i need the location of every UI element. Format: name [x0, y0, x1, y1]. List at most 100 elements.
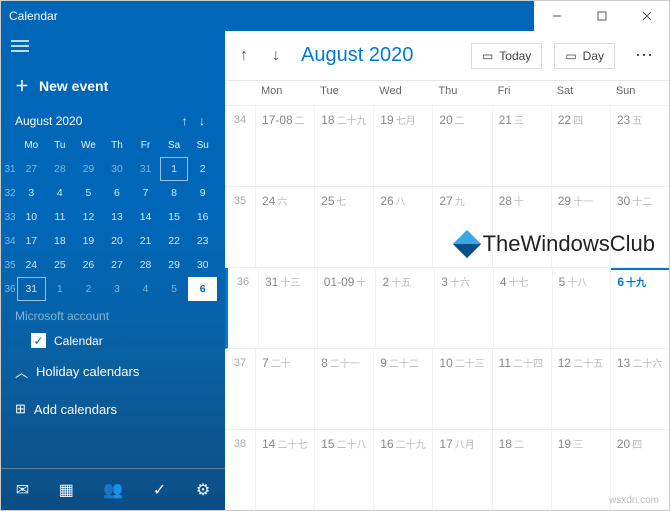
mini-day[interactable]: 24	[17, 253, 46, 277]
day-cell[interactable]: 17-08二	[255, 106, 314, 186]
day-cell[interactable]: 25七	[314, 187, 373, 267]
mini-day[interactable]: 5	[160, 277, 189, 301]
day-cell[interactable]: 3十六	[434, 268, 493, 348]
day-cell[interactable]: 17八月	[432, 430, 491, 510]
mini-day[interactable]: 29	[74, 157, 103, 181]
mini-day[interactable]: 21	[131, 229, 160, 253]
mini-day[interactable]: 30	[188, 253, 217, 277]
minimize-button[interactable]	[534, 1, 579, 31]
next-button[interactable]: ↓	[263, 47, 289, 65]
day-cell[interactable]: 19七月	[373, 106, 432, 186]
mini-day[interactable]: 25	[46, 253, 75, 277]
day-cell[interactable]: 12二十五	[551, 349, 610, 429]
day-cell[interactable]: 6十九	[610, 268, 669, 348]
mini-day[interactable]: 10	[17, 205, 46, 229]
new-event-button[interactable]: ＋ New event	[1, 66, 225, 110]
mini-day[interactable]: 18	[46, 229, 75, 253]
mini-day[interactable]: 6	[103, 181, 132, 205]
mini-day[interactable]: 6	[188, 277, 217, 301]
day-cell[interactable]: 29十一	[551, 187, 610, 267]
day-cell[interactable]: 16二十九	[373, 430, 432, 510]
calendar-icon[interactable]: ▦	[59, 480, 74, 500]
day-cell[interactable]: 22四	[551, 106, 610, 186]
day-cell[interactable]: 23五	[610, 106, 669, 186]
day-cell[interactable]: 8二十一	[314, 349, 373, 429]
mini-day[interactable]: 23	[188, 229, 217, 253]
people-icon[interactable]: 👥	[103, 480, 123, 500]
day-cell[interactable]: 31十三	[258, 268, 317, 348]
mini-day[interactable]: 8	[160, 181, 189, 205]
day-cell[interactable]: 26八	[373, 187, 432, 267]
day-cell[interactable]: 18二	[492, 430, 551, 510]
view-button[interactable]: ▭ Day	[554, 43, 615, 69]
mini-day[interactable]: 3	[17, 181, 46, 205]
day-cell[interactable]: 21三	[492, 106, 551, 186]
day-cell[interactable]: 28十	[492, 187, 551, 267]
mini-day[interactable]: 14	[131, 205, 160, 229]
mini-prev-button[interactable]: ↑	[178, 114, 192, 128]
mini-day[interactable]: 1	[160, 157, 189, 181]
mini-day[interactable]: 27	[103, 253, 132, 277]
day-cell[interactable]: 2十五	[375, 268, 434, 348]
mini-day[interactable]: 20	[103, 229, 132, 253]
day-cell[interactable]: 24六	[255, 187, 314, 267]
day-cell[interactable]: 30十二	[610, 187, 669, 267]
mini-day[interactable]: 2	[74, 277, 103, 301]
mail-icon[interactable]: ✉	[16, 480, 29, 500]
day-cell[interactable]: 27九	[432, 187, 491, 267]
mini-day[interactable]: 15	[160, 205, 189, 229]
day-cell[interactable]: 19三	[551, 430, 610, 510]
day-cell[interactable]: 10二十三	[432, 349, 491, 429]
mini-day[interactable]: 9	[188, 181, 217, 205]
mini-day[interactable]: 19	[74, 229, 103, 253]
mini-calendar-title[interactable]: August 2020	[15, 114, 82, 128]
day-cell[interactable]: 5十八	[552, 268, 611, 348]
mini-day[interactable]: 30	[103, 157, 132, 181]
mini-day[interactable]: 22	[160, 229, 189, 253]
day-cell[interactable]: 7二十	[255, 349, 314, 429]
mini-day[interactable]: 5	[74, 181, 103, 205]
day-cell[interactable]: 01-09十	[317, 268, 376, 348]
holiday-calendars-toggle[interactable]: ︿ Holiday calendars	[1, 352, 225, 391]
settings-icon[interactable]: ⚙	[196, 480, 210, 500]
mini-day[interactable]: 28	[131, 253, 160, 277]
day-cell[interactable]: 18二十九	[314, 106, 373, 186]
maximize-button[interactable]	[579, 1, 624, 31]
mini-day[interactable]: 4	[46, 181, 75, 205]
month-title[interactable]: August 2020	[295, 44, 465, 67]
day-cell[interactable]: 15二十八	[314, 430, 373, 510]
mini-day[interactable]: 26	[74, 253, 103, 277]
mini-day[interactable]: 28	[46, 157, 75, 181]
close-button[interactable]	[624, 1, 669, 31]
account-label[interactable]: Microsoft account	[1, 301, 225, 323]
day-cell[interactable]: 14二十七	[255, 430, 314, 510]
mini-day[interactable]: 7	[131, 181, 160, 205]
day-cell[interactable]: 11二十四	[492, 349, 551, 429]
mini-day[interactable]: 16	[188, 205, 217, 229]
today-button[interactable]: ▭ Today	[471, 43, 542, 69]
mini-day[interactable]: 29	[160, 253, 189, 277]
mini-day[interactable]: 31	[131, 157, 160, 181]
mini-day[interactable]: 13	[103, 205, 132, 229]
day-secondary: 二	[295, 116, 305, 127]
mini-day[interactable]: 3	[103, 277, 132, 301]
mini-day[interactable]: 31	[17, 277, 46, 301]
day-cell[interactable]: 13二十六	[610, 349, 669, 429]
mini-day[interactable]: 12	[74, 205, 103, 229]
mini-day[interactable]: 17	[17, 229, 46, 253]
day-cell[interactable]: 20二	[432, 106, 491, 186]
more-button[interactable]: ⋯	[627, 45, 663, 66]
menu-button[interactable]	[1, 31, 225, 66]
day-cell[interactable]: 4十七	[493, 268, 552, 348]
mini-day[interactable]: 4	[131, 277, 160, 301]
mini-day[interactable]: 2	[188, 157, 217, 181]
mini-day[interactable]: 1	[46, 277, 75, 301]
mini-day[interactable]: 27	[17, 157, 46, 181]
mini-day[interactable]: 11	[46, 205, 75, 229]
calendar-checkbox-row[interactable]: ✓ Calendar	[1, 323, 225, 352]
todo-icon[interactable]: ✓	[153, 480, 166, 500]
add-calendars-button[interactable]: ⊞ Add calendars	[1, 391, 225, 427]
prev-button[interactable]: ↑	[231, 47, 257, 65]
mini-next-button[interactable]: ↓	[195, 114, 209, 128]
day-cell[interactable]: 9二十二	[373, 349, 432, 429]
